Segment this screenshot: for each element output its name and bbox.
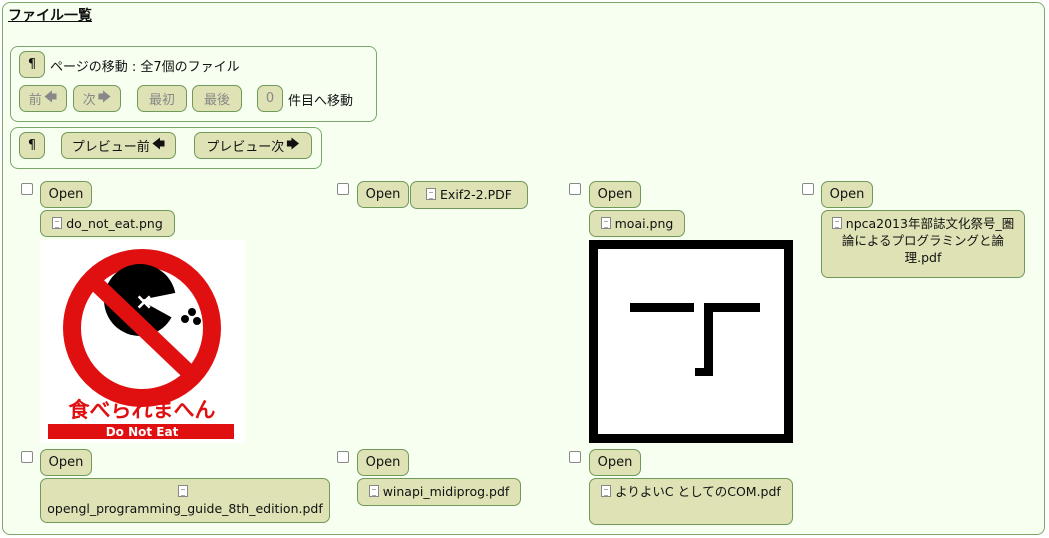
open-button[interactable]: Open xyxy=(40,181,92,208)
file-select-checkbox[interactable] xyxy=(21,183,33,195)
prev-page-label: 前 xyxy=(28,93,42,108)
file-select-checkbox[interactable] xyxy=(21,451,33,463)
next-page-label: 次 xyxy=(82,93,96,108)
preview-prev-button[interactable]: プレビュー前 🡄 xyxy=(61,132,176,159)
document-icon xyxy=(831,217,842,229)
file-name: Exif2-2.PDF xyxy=(440,187,512,202)
prev-page-button[interactable]: 前 🡄 xyxy=(19,85,67,112)
document-icon xyxy=(426,188,437,200)
open-button[interactable]: Open xyxy=(40,449,92,476)
thumbnail-moai[interactable] xyxy=(589,240,793,443)
moai-image xyxy=(598,249,784,434)
file-name-link[interactable]: winapi_midiprog.pdf xyxy=(357,478,521,506)
file-name: do_not_eat.png xyxy=(66,216,163,231)
next-page-button[interactable]: 次 🡆 xyxy=(73,85,121,112)
svg-text:Do Not Eat: Do Not Eat xyxy=(106,425,179,439)
file-name-link[interactable]: Exif2-2.PDF xyxy=(410,181,528,209)
file-name-link[interactable]: よりよいC としてのCOM.pdf xyxy=(589,478,793,525)
svg-text:食べられまへん: 食べられまへん xyxy=(69,398,216,422)
left-arrow-icon: 🡄 xyxy=(151,136,166,152)
page-title: ファイル一覧 xyxy=(8,8,92,24)
first-page-button[interactable]: 最初 xyxy=(137,85,187,112)
open-button[interactable]: Open xyxy=(589,181,641,208)
file-select-checkbox[interactable] xyxy=(569,183,581,195)
document-icon xyxy=(600,217,611,229)
file-name-link[interactable]: npca2013年部誌文化祭号_圏論によるプログラミングと論理.pdf xyxy=(821,210,1025,278)
file-name-link[interactable]: moai.png xyxy=(589,210,685,237)
file-select-checkbox[interactable] xyxy=(569,451,581,463)
open-button[interactable]: Open xyxy=(821,181,873,208)
svg-text:×: × xyxy=(135,290,153,315)
thumbnail-do-not-eat[interactable]: × 食べられまへん Do Not Eat xyxy=(40,240,245,443)
preview-nav-anchor-button[interactable]: ¶ xyxy=(19,132,45,159)
file-name: npca2013年部誌文化祭号_圏論によるプログラミングと論理.pdf xyxy=(841,216,1015,265)
document-icon xyxy=(52,217,63,229)
right-arrow-icon: 🡆 xyxy=(97,89,112,105)
page-nav-anchor-button[interactable]: ¶ xyxy=(19,51,45,78)
no-eating-sign-image: × 食べられまへん Do Not Eat xyxy=(48,249,234,439)
file-select-checkbox[interactable] xyxy=(337,183,349,195)
page-index-suffix: 件目へ移動 xyxy=(288,94,354,109)
document-icon xyxy=(601,485,612,497)
open-button[interactable]: Open xyxy=(357,181,409,208)
file-select-checkbox[interactable] xyxy=(337,451,349,463)
preview-prev-label: プレビュー前 xyxy=(71,140,150,155)
last-page-button[interactable]: 最後 xyxy=(192,85,242,112)
page-index-input[interactable]: 0 xyxy=(257,85,283,112)
open-button[interactable]: Open xyxy=(589,449,641,476)
right-arrow-icon: 🡆 xyxy=(286,136,300,152)
file-name-link[interactable]: opengl_programming_guide_8th_edition.pdf xyxy=(40,478,330,523)
file-select-checkbox[interactable] xyxy=(802,183,814,195)
left-arrow-icon: 🡄 xyxy=(43,89,58,105)
file-name: よりよいC としてのCOM.pdf xyxy=(615,484,781,499)
document-icon xyxy=(178,485,188,497)
open-button[interactable]: Open xyxy=(357,449,409,476)
page-nav-text: ページの移動 : 全7個のファイル xyxy=(50,60,240,75)
document-icon xyxy=(368,485,379,497)
file-name-link[interactable]: do_not_eat.png xyxy=(40,210,175,237)
file-name: winapi_midiprog.pdf xyxy=(382,484,510,499)
file-name: opengl_programming_guide_8th_edition.pdf xyxy=(47,501,323,516)
file-name: moai.png xyxy=(614,216,674,231)
preview-next-label: プレビュー次 xyxy=(206,140,285,155)
preview-next-button[interactable]: プレビュー次 🡆 xyxy=(194,132,312,159)
